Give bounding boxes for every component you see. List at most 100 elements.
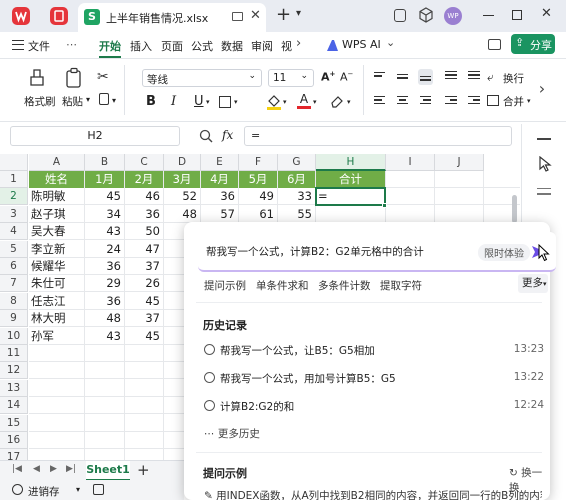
active-cell[interactable] — [315, 187, 386, 207]
minimize-icon[interactable] — [483, 15, 494, 17]
column-header[interactable]: D — [164, 154, 201, 171]
row-header[interactable]: 11 — [0, 345, 28, 362]
column-header[interactable]: H — [316, 154, 386, 171]
paste-dropdown-icon[interactable]: ▾ — [86, 95, 90, 104]
row-header[interactable]: 7 — [0, 275, 28, 293]
new-tab-icon[interactable]: + — [276, 4, 291, 25]
history-item[interactable]: 计算B2:G2的和 12:24 — [200, 397, 544, 417]
row-header[interactable]: 8 — [0, 292, 28, 310]
comment-icon[interactable] — [488, 39, 501, 50]
sheet-tab-sheet1[interactable]: Sheet1 — [86, 461, 130, 481]
row-header[interactable]: 16 — [0, 432, 28, 449]
data-cell[interactable]: 29 — [85, 275, 124, 292]
header-cell[interactable]: 6月 — [278, 171, 315, 188]
menu-formulas[interactable]: 公式 — [191, 38, 213, 54]
data-cell[interactable]: 45 — [85, 188, 124, 205]
row-header[interactable]: 2 — [0, 188, 28, 206]
border-dropdown-icon[interactable]: ▾ — [234, 98, 238, 106]
row-header[interactable]: 6 — [0, 258, 28, 275]
data-cell[interactable]: 48 — [85, 310, 124, 327]
data-cell[interactable]: 49 — [239, 188, 277, 205]
copy-icon[interactable] — [99, 93, 109, 105]
menu-more[interactable]: ⋯ — [66, 38, 77, 51]
format-painter-icon[interactable] — [27, 67, 47, 87]
more-chips-button[interactable]: 更多▾ — [518, 274, 548, 293]
increase-font-icon[interactable]: A+ — [321, 70, 335, 84]
header-cell[interactable]: 4月 — [201, 171, 238, 188]
sidebar-minus-icon[interactable] — [537, 138, 551, 140]
data-cell[interactable]: 57 — [201, 206, 238, 223]
data-cell[interactable]: 34 — [85, 206, 124, 223]
merge-dropdown-icon[interactable]: ▾ — [527, 97, 531, 105]
wrap-text-button[interactable]: 换行 — [503, 71, 524, 86]
data-cell[interactable]: 36 — [85, 258, 124, 275]
menu-scroll-chevron-icon[interactable]: › — [296, 36, 301, 51]
history-item[interactable]: 帮我写一个公式，让B5：G5相加 13:23 — [200, 341, 544, 361]
align-left-icon[interactable] — [374, 96, 385, 105]
column-header[interactable]: E — [201, 154, 239, 171]
close-tab-icon[interactable]: ✕ — [250, 8, 261, 23]
zoom-search-icon[interactable] — [199, 129, 213, 143]
chip-single-sum[interactable]: 单条件求和 — [256, 278, 309, 293]
menu-home[interactable]: 开始 — [99, 38, 121, 58]
italic-icon[interactable]: I — [171, 94, 176, 109]
data-cell[interactable]: 李立新 — [29, 241, 84, 258]
header-cell[interactable]: 1月 — [85, 171, 124, 188]
wps-ai-button[interactable]: WPS AI — [342, 38, 381, 51]
header-cell[interactable]: 合计 — [316, 171, 385, 188]
menu-review[interactable]: 审阅 — [251, 38, 273, 54]
row-header[interactable]: 3 — [0, 205, 28, 223]
data-cell[interactable]: 37 — [125, 310, 163, 327]
formula-input[interactable]: = — [244, 126, 512, 146]
paste-label[interactable]: 粘贴 — [62, 94, 83, 109]
data-cell[interactable]: 43 — [85, 328, 124, 345]
row-header[interactable]: 12 — [0, 362, 28, 380]
example-item[interactable]: ✎ 用INDEX函数，从A列中找到B2相同的内容，并返回同一行的B列的内容 — [204, 488, 542, 500]
font-color-dropdown-icon[interactable]: ▾ — [313, 98, 317, 106]
document-tab[interactable]: S 上半年销售情况.xlsx ✕ — [78, 3, 266, 32]
more-history-link[interactable]: ⋯ 更多历史 — [204, 426, 260, 441]
align-distributed-icon[interactable] — [468, 71, 480, 80]
font-color-icon[interactable]: A — [297, 92, 311, 110]
menu-insert[interactable]: 插入 — [130, 38, 152, 54]
data-cell[interactable]: 33 — [278, 188, 315, 205]
column-header[interactable]: I — [386, 154, 435, 171]
data-cell[interactable]: 林大明 — [29, 310, 84, 327]
data-cell[interactable]: 孙军 — [29, 328, 84, 345]
status-pages-icon[interactable] — [93, 484, 104, 495]
chip-examples[interactable]: 提问示例 — [204, 278, 246, 293]
status-label[interactable]: 进销存 — [28, 484, 60, 499]
data-cell[interactable]: 45 — [125, 328, 163, 345]
align-middle-icon[interactable] — [397, 74, 408, 79]
fill-color-dropdown-icon[interactable]: ▾ — [283, 98, 287, 106]
clear-dropdown-icon[interactable]: ▾ — [347, 98, 351, 106]
cube-icon[interactable] — [419, 7, 433, 23]
data-cell[interactable]: 61 — [239, 206, 277, 223]
vertical-scrollbar[interactable] — [512, 195, 517, 223]
pdf-app-icon[interactable] — [50, 7, 68, 25]
font-size-select[interactable]: 11 ⌄ — [268, 69, 314, 87]
data-cell[interactable]: 36 — [85, 293, 124, 310]
select-all-corner[interactable] — [0, 154, 28, 171]
window-restore-icon[interactable] — [394, 9, 406, 22]
row-header[interactable]: 1 — [0, 171, 28, 188]
menu-view[interactable]: 视 — [281, 38, 292, 54]
column-header[interactable]: B — [85, 154, 125, 171]
data-cell[interactable]: 任志江 — [29, 293, 84, 310]
select-pointer-icon[interactable] — [538, 156, 552, 172]
header-cell[interactable]: 2月 — [125, 171, 163, 188]
row-header[interactable]: 14 — [0, 397, 28, 415]
fill-handle[interactable] — [382, 203, 387, 209]
screen-icon[interactable] — [232, 12, 243, 21]
ai-prompt-box[interactable]: 帮我写一个公式，计算B2：G2单元格中的合计 限时体验 — [198, 232, 556, 272]
next-sheet-icon[interactable]: ▶ — [50, 464, 57, 474]
row-header[interactable]: 10 — [0, 327, 28, 345]
hamburger-menu-icon[interactable] — [12, 40, 24, 50]
fill-color-icon[interactable] — [266, 93, 282, 111]
copy-dropdown-icon[interactable]: ▾ — [112, 96, 116, 105]
history-item[interactable]: 帮我写一个公式，用加号计算B5：G5 13:22 — [200, 369, 544, 389]
clear-format-icon[interactable] — [330, 94, 344, 108]
ribbon-scroll-right-icon[interactable]: › — [534, 73, 550, 105]
column-header[interactable]: F — [239, 154, 278, 171]
maximize-icon[interactable] — [512, 10, 522, 20]
